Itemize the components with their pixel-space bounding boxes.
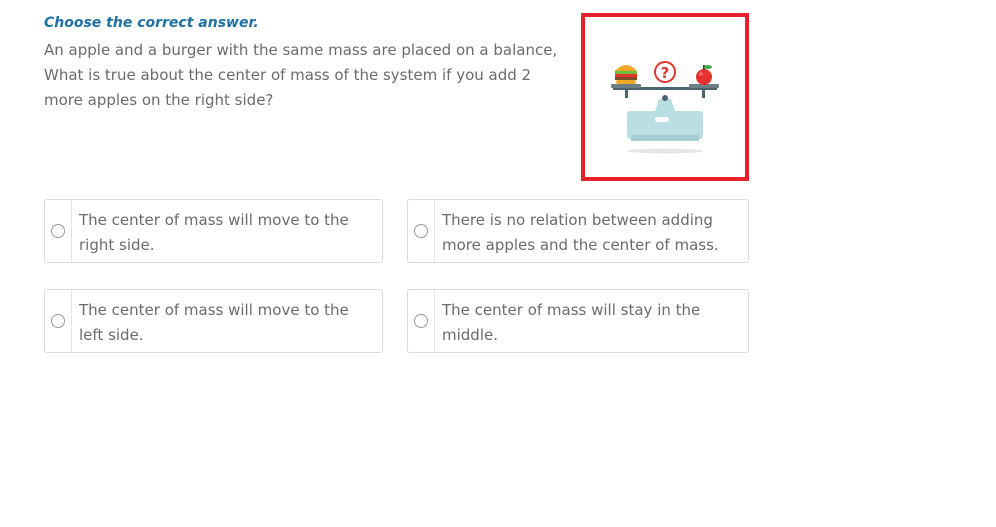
radio-button[interactable] (51, 314, 65, 328)
answer-option-b[interactable]: There is no relation between adding more… (407, 199, 749, 263)
answer-option-label: The center of mass will stay in the midd… (442, 301, 701, 344)
radio-cell (408, 290, 435, 352)
radio-button[interactable] (414, 224, 428, 238)
radio-cell (45, 200, 72, 262)
instruction-text: Choose the correct answer. (44, 15, 259, 31)
burger-icon (615, 65, 637, 84)
radio-button[interactable] (51, 224, 65, 238)
answer-option-c[interactable]: The center of mass will move to the left… (44, 289, 383, 353)
radio-button[interactable] (414, 314, 428, 328)
question-text: An apple and a burger with the same mass… (44, 41, 558, 109)
radio-cell (45, 290, 72, 352)
question-image: ? (581, 13, 749, 181)
answer-option-d[interactable]: The center of mass will stay in the midd… (407, 289, 749, 353)
answer-option-label: There is no relation between adding more… (442, 211, 719, 254)
apple-icon (696, 65, 712, 85)
answer-option-label: The center of mass will move to the left… (79, 301, 349, 344)
svg-text:?: ? (661, 64, 670, 82)
radio-cell (408, 200, 435, 262)
answer-option-label: The center of mass will move to the righ… (79, 211, 349, 254)
balance-scale-icon: ? (611, 61, 719, 154)
question-mark-icon: ? (654, 61, 676, 83)
answer-option-a[interactable]: The center of mass will move to the righ… (44, 199, 383, 263)
